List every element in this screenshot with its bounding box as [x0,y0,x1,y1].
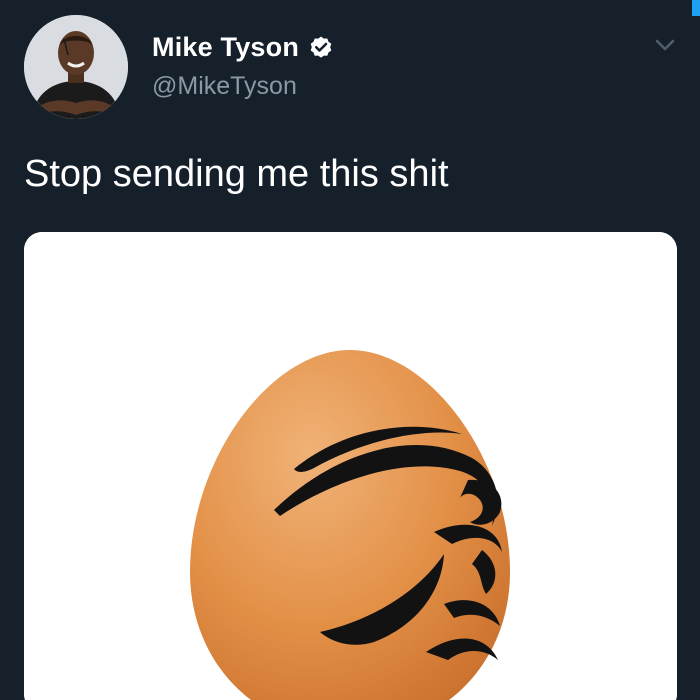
tweet-text: Stop sending me this shit [24,153,449,195]
tweet-media-image[interactable] [24,232,677,700]
author-handle[interactable]: @MikeTyson [152,72,297,101]
chevron-down-icon[interactable] [654,34,676,56]
avatar[interactable] [24,15,128,119]
author-name-row[interactable]: Mike Tyson [152,32,334,63]
accent-strip [692,0,700,16]
author-display-name[interactable]: Mike Tyson [152,32,299,63]
verified-badge-icon [310,36,332,58]
tweet-card: Mike Tyson @MikeTyson Stop sending me th… [0,0,700,700]
